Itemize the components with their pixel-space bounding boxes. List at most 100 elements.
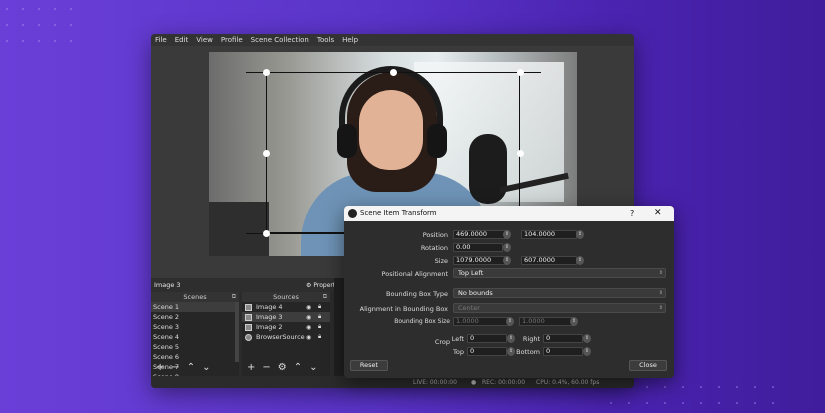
pin-icon[interactable]: ⧉ <box>232 292 236 302</box>
image-icon <box>245 313 252 321</box>
size-width-input[interactable]: 1079.0000 <box>453 256 509 265</box>
lock-icon[interactable]: 🔒︎ <box>318 313 321 321</box>
scenes-title: Scenes <box>183 293 207 301</box>
help-icon[interactable]: ? <box>630 206 634 221</box>
chevron-up-icon[interactable]: ⌃ <box>187 363 195 373</box>
scene-item[interactable]: Scene 3 <box>151 322 239 332</box>
scene-item[interactable]: Scene 2 <box>151 312 239 322</box>
stepper-icon[interactable]: ⇕ <box>576 230 584 239</box>
recording-dot-icon: ● <box>471 379 477 386</box>
sources-toolbar: + − ⚙ ⌃ ⌄ <box>242 361 330 375</box>
dot-pattern-left <box>0 0 100 60</box>
remove-icon[interactable]: − <box>262 363 270 373</box>
selected-source-name: Image 3 <box>154 281 181 289</box>
eye-icon[interactable]: ◉ <box>306 304 311 311</box>
scene-item-transform-dialog: Scene Item Transform ? ✕ Position 469.00… <box>344 206 674 378</box>
source-item[interactable]: Image 2 ◉ 🔒︎ <box>242 322 330 332</box>
crop-left-input[interactable]: 0 <box>467 334 507 343</box>
position-label: Position <box>422 231 448 239</box>
chevron-down-icon[interactable]: ⌄ <box>202 363 210 373</box>
size-label: Size <box>434 257 448 265</box>
menu-help[interactable]: Help <box>342 36 358 44</box>
chevron-down-icon[interactable]: ⌄ <box>309 363 317 373</box>
eye-icon[interactable]: ◉ <box>306 314 311 321</box>
menu-tools[interactable]: Tools <box>317 36 334 44</box>
dialog-title: Scene Item Transform <box>360 209 437 217</box>
crop-right-label: Right <box>522 335 540 343</box>
rotation-label: Rotation <box>420 244 448 252</box>
alignment-in-bounding-box-select[interactable]: Center ⇕ <box>453 303 666 313</box>
stepper-icon[interactable]: ⇕ <box>576 256 584 265</box>
pin-icon[interactable]: ⧉ <box>323 292 327 302</box>
position-x-input[interactable]: 469.0000 <box>453 230 509 239</box>
menu-bar: File Edit View Profile Scene Collection … <box>151 34 634 46</box>
obs-logo-icon <box>348 209 357 218</box>
position-y-input[interactable]: 104.0000 <box>521 230 577 239</box>
bounding-box-type-select[interactable]: No bounds ⇕ <box>453 288 666 298</box>
scene-item[interactable]: Scene 1 <box>151 302 239 312</box>
bounding-box-size-label: Bounding Box Size <box>394 318 450 325</box>
resize-handle-top[interactable] <box>390 69 397 76</box>
bbox-height-input[interactable]: 1.0000 <box>519 317 575 326</box>
source-item[interactable]: BrowserSource ◉ 🔒︎ <box>242 332 330 342</box>
stepper-icon[interactable]: ⇕ <box>503 230 511 239</box>
scene-item[interactable]: Scene 4 <box>151 332 239 342</box>
menu-scene-collection[interactable]: Scene Collection <box>251 36 309 44</box>
stepper-icon[interactable]: ⇕ <box>570 317 578 326</box>
lock-icon[interactable]: 🔒︎ <box>318 333 321 341</box>
sources-list: Image 4 ◉ 🔒︎ Image 3 ◉ 🔒︎ Image 2 ◉ 🔒︎ B… <box>242 302 330 342</box>
close-button[interactable]: Close <box>629 360 667 371</box>
audio-mixer-strip <box>334 278 344 376</box>
resize-handle-top-right[interactable] <box>517 69 524 76</box>
crop-bottom-input[interactable]: 0 <box>543 347 583 356</box>
resize-handle-bottom-left[interactable] <box>263 230 270 237</box>
close-icon[interactable]: ✕ <box>654 206 662 221</box>
positional-alignment-select[interactable]: Top Left ⇕ <box>453 268 666 278</box>
crop-left-label: Left <box>451 335 464 343</box>
remove-icon[interactable]: − <box>171 363 179 373</box>
lock-icon[interactable]: 🔒︎ <box>318 303 321 311</box>
stepper-icon[interactable]: ⇕ <box>507 334 515 343</box>
size-height-input[interactable]: 607.0000 <box>521 256 577 265</box>
crop-top-input[interactable]: 0 <box>467 347 507 356</box>
add-icon[interactable]: + <box>247 363 255 373</box>
menu-profile[interactable]: Profile <box>221 36 243 44</box>
image-icon <box>245 323 252 331</box>
stepper-icon[interactable]: ⇕ <box>506 317 514 326</box>
alignment-in-bounding-box-label: Alignment in Bounding Box <box>359 305 448 313</box>
crop-right-input[interactable]: 0 <box>543 334 583 343</box>
positional-alignment-label: Positional Alignment <box>381 270 448 278</box>
chevron-up-icon[interactable]: ⌃ <box>294 363 302 373</box>
lock-icon[interactable]: 🔒︎ <box>318 323 321 331</box>
scenes-scrollbar[interactable] <box>235 302 239 362</box>
globe-icon <box>245 333 252 341</box>
resize-handle-left[interactable] <box>263 150 270 157</box>
add-icon[interactable]: + <box>156 363 164 373</box>
rotation-input[interactable]: 0.00 <box>453 243 503 252</box>
stepper-icon[interactable]: ⇕ <box>583 334 591 343</box>
chevron-down-icon: ⇕ <box>658 270 663 276</box>
eye-icon[interactable]: ◉ <box>306 324 311 331</box>
resize-handle-right[interactable] <box>517 150 524 157</box>
resize-handle-top-left[interactable] <box>263 69 270 76</box>
eye-icon[interactable]: ◉ <box>306 334 311 341</box>
bbox-width-input[interactable]: 1.0000 <box>453 317 509 326</box>
menu-file[interactable]: File <box>155 36 167 44</box>
source-item[interactable]: Image 3 ◉ 🔒︎ <box>242 312 330 322</box>
gear-icon[interactable]: ⚙ <box>278 363 287 373</box>
menu-view[interactable]: View <box>196 36 213 44</box>
stepper-icon[interactable]: ⇕ <box>503 243 511 252</box>
chevron-down-icon: ⇕ <box>658 305 663 311</box>
source-item[interactable]: Image 4 ◉ 🔒︎ <box>242 302 330 312</box>
menu-edit[interactable]: Edit <box>175 36 189 44</box>
reset-button[interactable]: Reset <box>350 360 388 371</box>
stepper-icon[interactable]: ⇕ <box>503 256 511 265</box>
gear-icon: ⚙ <box>306 281 312 289</box>
crop-bottom-label: Bottom <box>516 348 540 356</box>
live-status: LIVE: 00:00:00 <box>413 379 457 386</box>
stepper-icon[interactable]: ⇕ <box>583 347 591 356</box>
scene-item[interactable]: Scene 5 <box>151 342 239 352</box>
sources-title: Sources <box>273 293 299 301</box>
cpu-status: CPU: 0.4%, 60.00 fps <box>536 379 600 386</box>
bounding-box-type-label: Bounding Box Type <box>386 290 448 298</box>
